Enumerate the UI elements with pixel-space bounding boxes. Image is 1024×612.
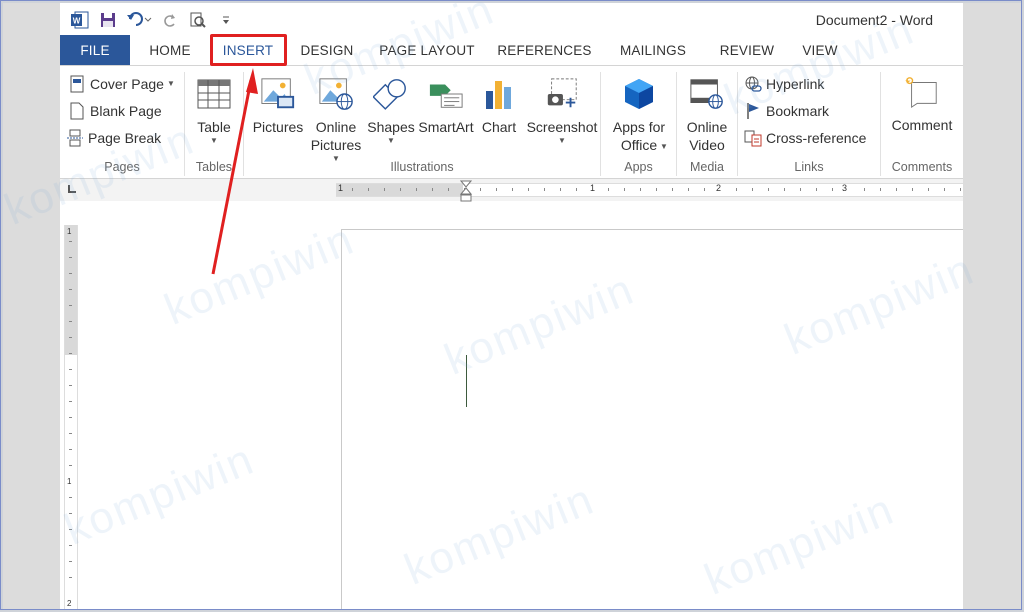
annotation-arrow [211, 68, 258, 275]
